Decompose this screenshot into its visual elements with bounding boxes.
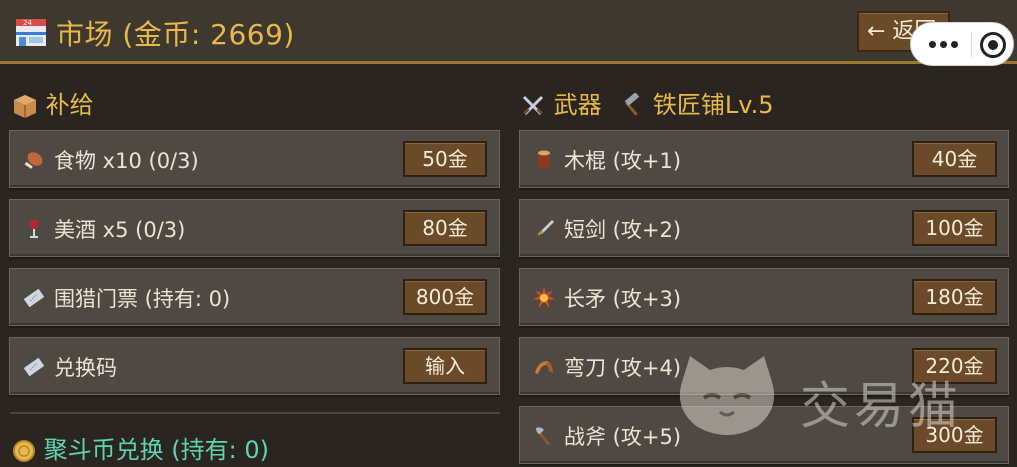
weapon-label: 弯刀 (攻+4) bbox=[564, 356, 682, 380]
svg-text:24: 24 bbox=[23, 19, 32, 27]
weapon-row-spear: 长矛 (攻+3) 180金 bbox=[519, 268, 1009, 326]
supply-row-wine: 美酒 x5 (0/3) 80金 bbox=[9, 199, 500, 257]
weapons-heading: 武器 铁匠铺Lv.5 bbox=[520, 85, 774, 120]
weapon-label: 战斧 (攻+5) bbox=[564, 425, 682, 449]
supply-label: 围猎门票 (持有: 0) bbox=[54, 287, 231, 311]
dagger-icon bbox=[534, 220, 554, 239]
package-icon bbox=[14, 95, 36, 118]
supply-row-food: 食物 x10 (0/3) 50金 bbox=[9, 130, 500, 188]
watermark: 交易猫 bbox=[668, 348, 998, 438]
buy-food-button[interactable]: 50金 bbox=[403, 141, 487, 177]
capsule-divider bbox=[971, 33, 972, 57]
weapons-heading-label: 武器 bbox=[553, 91, 602, 119]
ticket-icon bbox=[23, 288, 45, 308]
meat-icon bbox=[24, 152, 43, 169]
supply-row-redeem-code: 兑换码 输入 bbox=[9, 337, 500, 395]
redeem-input-button[interactable]: 输入 bbox=[403, 348, 487, 384]
supplies-heading-label: 补给 bbox=[45, 91, 94, 119]
buy-spear-button[interactable]: 180金 bbox=[912, 279, 997, 315]
close-target-icon[interactable] bbox=[980, 32, 1006, 58]
supplies-heading: 补给 bbox=[12, 85, 94, 120]
mini-program-capsule[interactable] bbox=[910, 22, 1014, 66]
coin-icon bbox=[13, 440, 35, 462]
collision-icon bbox=[533, 287, 555, 308]
supply-row-hunt-ticket: 围猎门票 (持有: 0) 800金 bbox=[9, 268, 500, 326]
ticket-icon bbox=[23, 357, 45, 377]
crossed-swords-icon bbox=[522, 95, 544, 116]
weapon-row-stick: 木棍 (攻+1) 40金 bbox=[519, 130, 1009, 188]
buy-hunt-ticket-button[interactable]: 800金 bbox=[403, 279, 487, 315]
cat-logo-icon bbox=[679, 356, 775, 435]
axe-icon bbox=[536, 427, 551, 446]
convenience-store-icon: 24 bbox=[16, 19, 46, 46]
weapon-label: 长矛 (攻+3) bbox=[564, 287, 682, 311]
coin-exchange-label: 聚斗币兑换 (持有: 0) bbox=[43, 436, 269, 464]
weapon-label: 短剑 (攻+2) bbox=[564, 218, 682, 242]
watermark-text: 交易猫 bbox=[800, 377, 962, 435]
wine-glass-icon bbox=[29, 220, 39, 238]
buy-wine-button[interactable]: 80金 bbox=[403, 210, 487, 246]
buy-short-sword-button[interactable]: 100金 bbox=[912, 210, 997, 246]
page-title: 市场 (金币: 2669) bbox=[56, 18, 295, 51]
section-divider bbox=[10, 412, 500, 414]
supply-label: 兑换码 bbox=[54, 356, 117, 380]
smithy-level-label: 铁匠铺Lv.5 bbox=[652, 91, 774, 119]
boomerang-icon bbox=[535, 361, 553, 374]
wood-icon bbox=[538, 150, 550, 169]
hammer-icon bbox=[624, 93, 640, 116]
more-icon[interactable] bbox=[929, 41, 959, 49]
supply-label: 美酒 x5 (0/3) bbox=[54, 218, 186, 242]
market-header: 24 市场 (金币: 2669) ← 返回 bbox=[0, 0, 1017, 64]
supply-label: 食物 x10 (0/3) bbox=[54, 149, 199, 173]
coin-exchange-heading: 聚斗币兑换 (持有: 0) bbox=[12, 430, 269, 465]
weapon-label: 木棍 (攻+1) bbox=[564, 149, 682, 173]
buy-stick-button[interactable]: 40金 bbox=[912, 141, 997, 177]
weapon-row-short-sword: 短剑 (攻+2) 100金 bbox=[519, 199, 1009, 257]
